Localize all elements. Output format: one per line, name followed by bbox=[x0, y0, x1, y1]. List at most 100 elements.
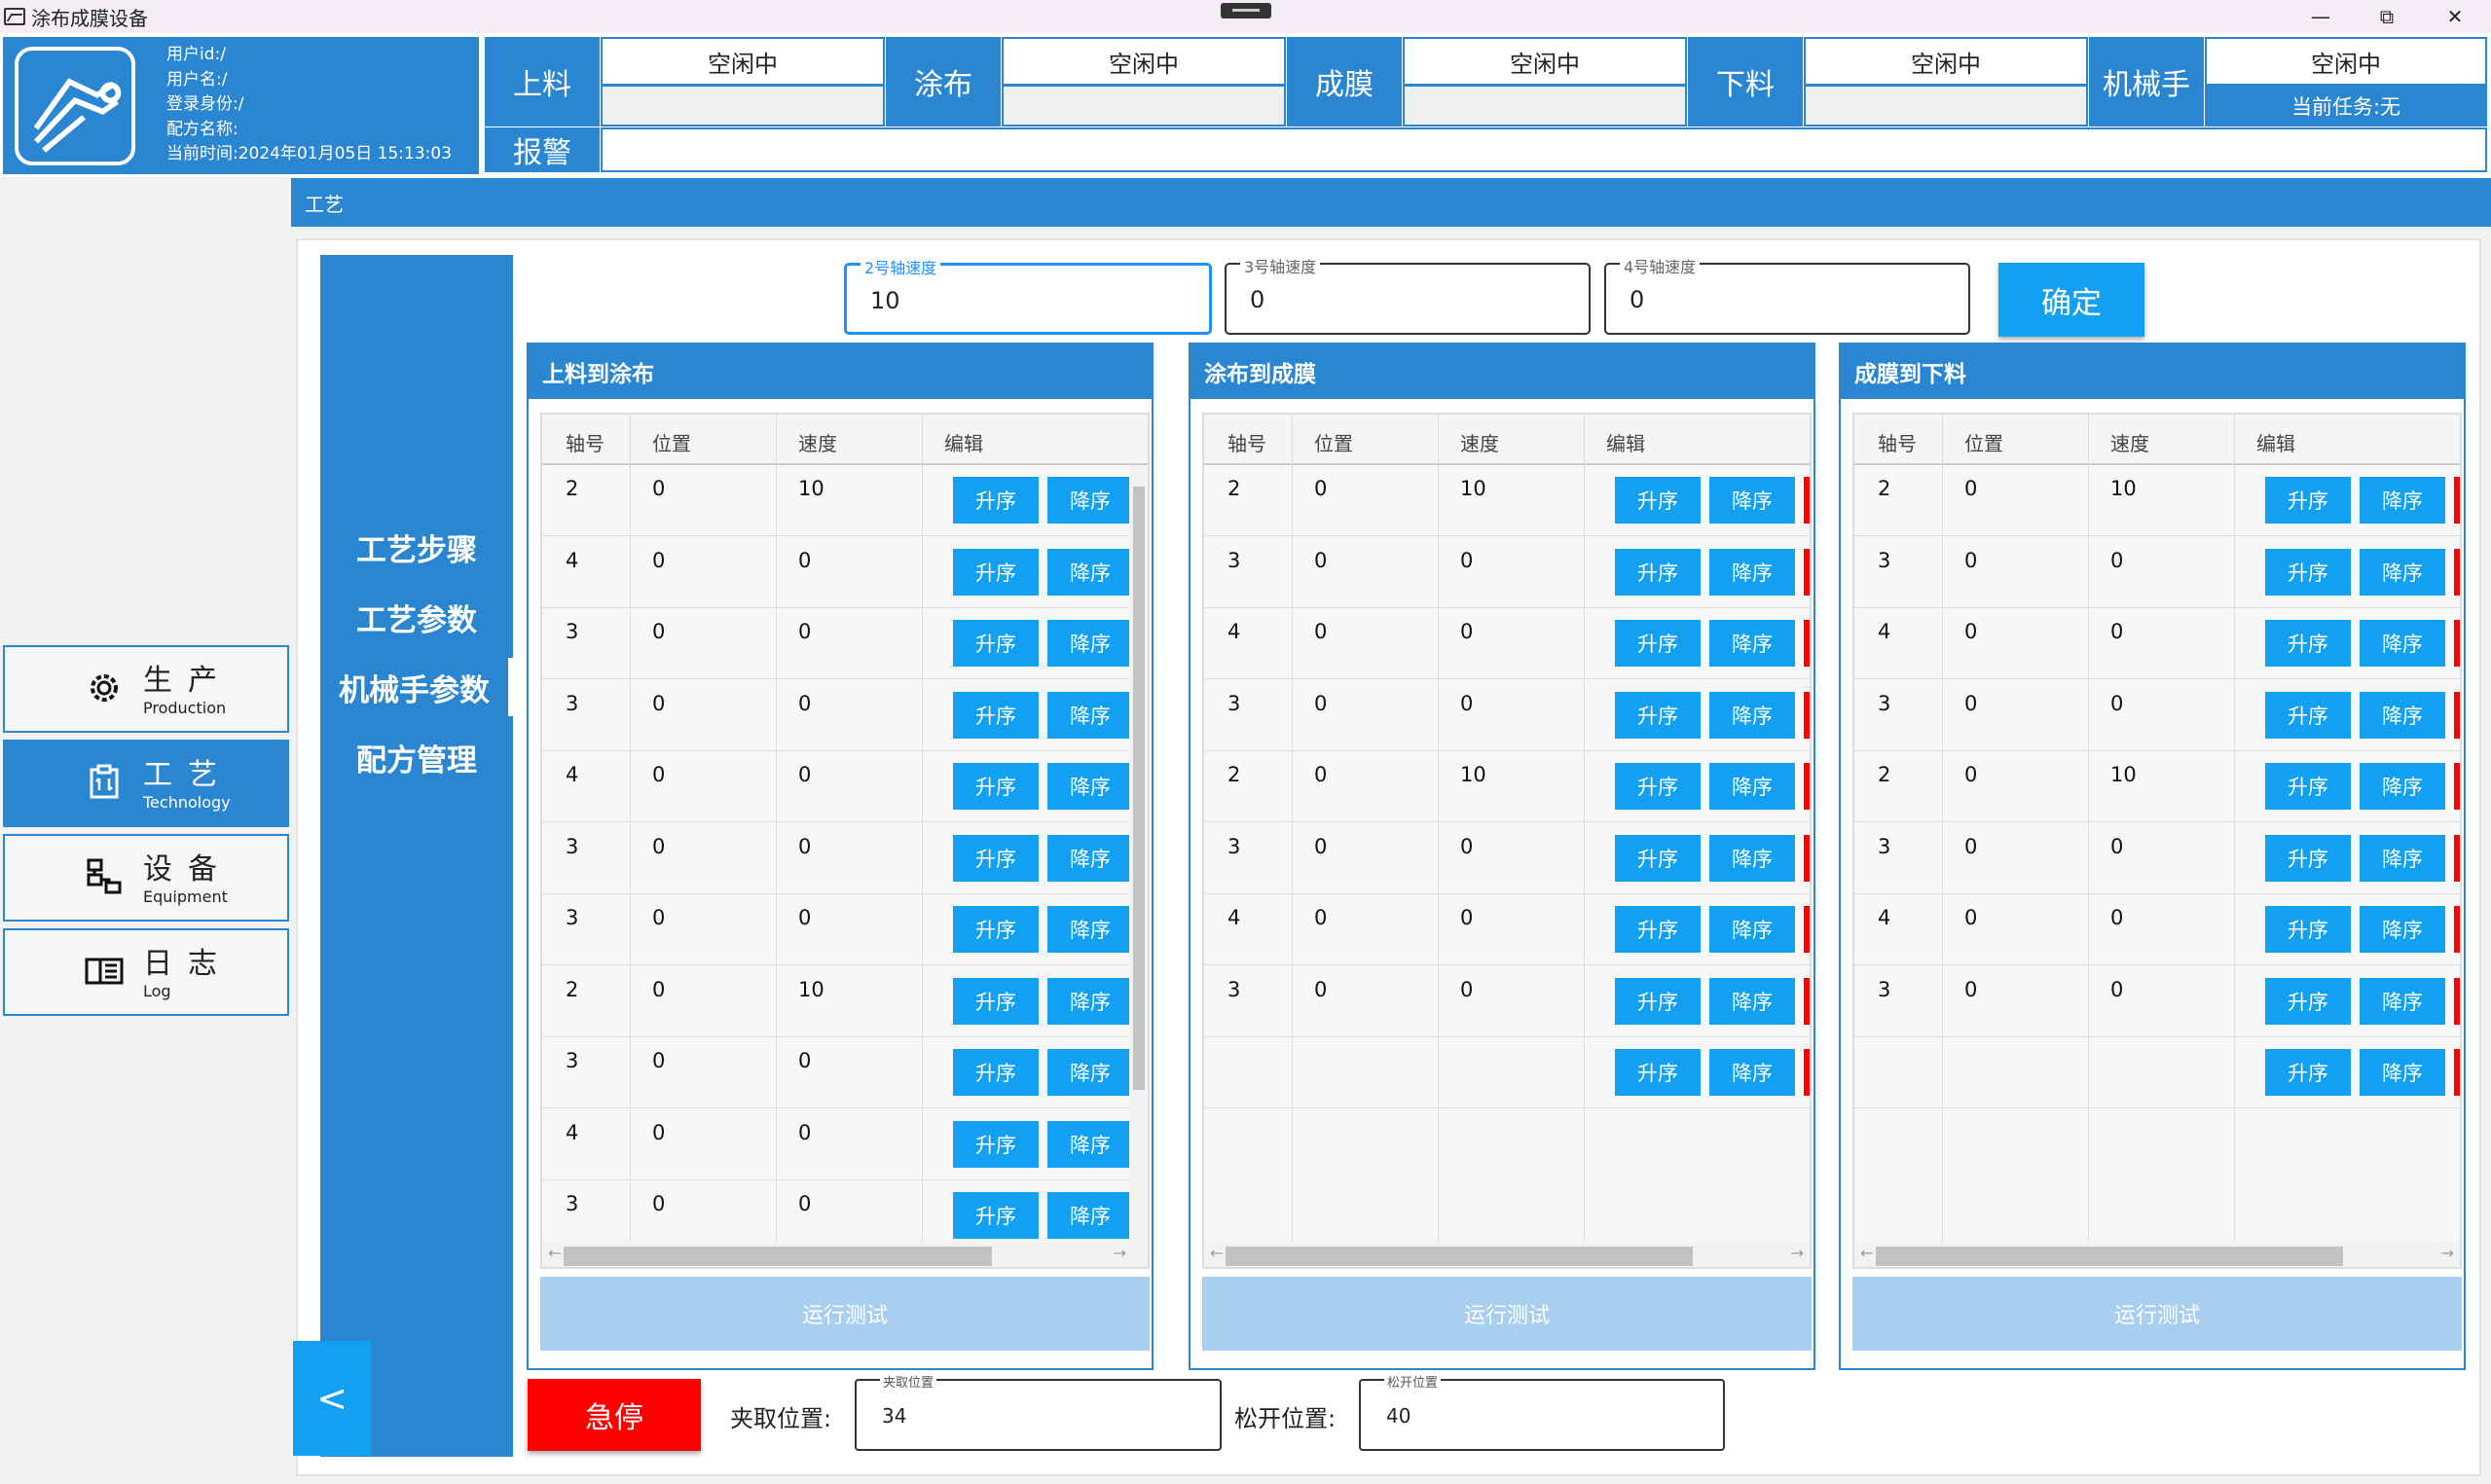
delete-button[interactable] bbox=[2454, 1049, 2460, 1096]
sort-down-button[interactable]: 降序 bbox=[1047, 834, 1133, 882]
sort-up-button[interactable]: 升序 bbox=[953, 548, 1039, 596]
axis4-speed-field[interactable]: 4号轴速度 0 bbox=[1604, 254, 1970, 335]
delete-button[interactable] bbox=[1804, 477, 1810, 524]
delete-button[interactable] bbox=[2454, 906, 2460, 953]
sort-down-button[interactable]: 降序 bbox=[2360, 906, 2445, 953]
delete-button[interactable] bbox=[2454, 834, 2460, 882]
collapse-button[interactable]: < bbox=[293, 1341, 371, 1456]
sort-down-button[interactable]: 降序 bbox=[1709, 834, 1795, 882]
sort-down-button[interactable]: 降序 bbox=[1709, 691, 1795, 739]
delete-button[interactable] bbox=[2454, 548, 2460, 596]
sort-down-button[interactable]: 降序 bbox=[1047, 763, 1133, 810]
horizontal-scrollbar[interactable]: ← → bbox=[1854, 1242, 2460, 1267]
confirm-button[interactable]: 确定 bbox=[1998, 263, 2144, 337]
scroll-left-icon[interactable]: ← bbox=[548, 1244, 561, 1262]
sort-down-button[interactable]: 降序 bbox=[1709, 1049, 1795, 1096]
vertical-scrollbar[interactable] bbox=[1129, 465, 1148, 1244]
sort-down-button[interactable]: 降序 bbox=[2360, 691, 2445, 739]
sort-up-button[interactable]: 升序 bbox=[1615, 477, 1701, 524]
nav-technology[interactable]: 工艺 Technology bbox=[3, 740, 289, 827]
run-test-button[interactable]: 运行测试 bbox=[1202, 1277, 1812, 1351]
nav-production[interactable]: 生产 Production bbox=[3, 645, 289, 733]
delete-button[interactable] bbox=[1804, 977, 1810, 1025]
scroll-right-icon[interactable]: → bbox=[1791, 1244, 1804, 1262]
sort-up-button[interactable]: 升序 bbox=[2265, 548, 2351, 596]
delete-button[interactable] bbox=[1804, 834, 1810, 882]
sort-down-button[interactable]: 降序 bbox=[1709, 548, 1795, 596]
delete-button[interactable] bbox=[1804, 1049, 1810, 1096]
sort-up-button[interactable]: 升序 bbox=[953, 620, 1039, 667]
sort-up-button[interactable]: 升序 bbox=[953, 834, 1039, 882]
sort-down-button[interactable]: 降序 bbox=[1047, 977, 1133, 1025]
sort-up-button[interactable]: 升序 bbox=[1615, 548, 1701, 596]
sort-up-button[interactable]: 升序 bbox=[953, 763, 1039, 810]
sort-down-button[interactable]: 降序 bbox=[2360, 477, 2445, 524]
sort-up-button[interactable]: 升序 bbox=[953, 1049, 1039, 1096]
sort-up-button[interactable]: 升序 bbox=[953, 906, 1039, 953]
horizontal-scrollbar[interactable]: ← → bbox=[1204, 1242, 1810, 1267]
restore-icon[interactable]: ⧉ bbox=[2356, 0, 2418, 33]
sort-down-button[interactable]: 降序 bbox=[1709, 620, 1795, 667]
nav-equipment[interactable]: 设备 Equipment bbox=[3, 834, 289, 922]
sort-up-button[interactable]: 升序 bbox=[2265, 834, 2351, 882]
sort-down-button[interactable]: 降序 bbox=[2360, 620, 2445, 667]
emergency-stop-button[interactable]: 急停 bbox=[528, 1379, 701, 1451]
delete-button[interactable] bbox=[2454, 977, 2460, 1025]
sort-up-button[interactable]: 升序 bbox=[953, 477, 1039, 524]
sort-up-button[interactable]: 升序 bbox=[1615, 906, 1701, 953]
sort-down-button[interactable]: 降序 bbox=[1709, 477, 1795, 524]
axis2-speed-field[interactable]: 2号轴速度 10 bbox=[844, 255, 1212, 335]
tab-robot-params[interactable]: 机械手参数 bbox=[320, 658, 513, 716]
sort-up-button[interactable]: 升序 bbox=[953, 1192, 1039, 1239]
scroll-right-icon[interactable]: → bbox=[2441, 1244, 2454, 1262]
delete-button[interactable] bbox=[2454, 477, 2460, 524]
sort-down-button[interactable]: 降序 bbox=[1047, 548, 1133, 596]
scroll-left-icon[interactable]: ← bbox=[1210, 1244, 1223, 1262]
nav-log[interactable]: 日志 Log bbox=[3, 928, 289, 1016]
run-test-button[interactable]: 运行测试 bbox=[540, 1277, 1150, 1351]
sort-down-button[interactable]: 降序 bbox=[1709, 763, 1795, 810]
sort-down-button[interactable]: 降序 bbox=[1047, 477, 1133, 524]
sort-up-button[interactable]: 升序 bbox=[1615, 834, 1701, 882]
sort-up-button[interactable]: 升序 bbox=[1615, 1049, 1701, 1096]
sort-down-button[interactable]: 降序 bbox=[1047, 1049, 1133, 1096]
sort-down-button[interactable]: 降序 bbox=[1047, 1120, 1133, 1168]
delete-button[interactable] bbox=[1804, 763, 1810, 810]
sort-down-button[interactable]: 降序 bbox=[2360, 1049, 2445, 1096]
sort-up-button[interactable]: 升序 bbox=[953, 977, 1039, 1025]
horizontal-scrollbar[interactable]: ← → bbox=[542, 1242, 1148, 1267]
sort-up-button[interactable]: 升序 bbox=[953, 691, 1039, 739]
scrollbar-thumb[interactable] bbox=[1226, 1247, 1693, 1266]
scrollbar-thumb[interactable] bbox=[1133, 487, 1145, 1090]
sort-down-button[interactable]: 降序 bbox=[1047, 906, 1133, 953]
sort-down-button[interactable]: 降序 bbox=[2360, 763, 2445, 810]
delete-button[interactable] bbox=[2454, 691, 2460, 739]
delete-button[interactable] bbox=[1804, 620, 1810, 667]
sort-up-button[interactable]: 升序 bbox=[1615, 977, 1701, 1025]
sort-up-button[interactable]: 升序 bbox=[953, 1120, 1039, 1168]
sort-down-button[interactable]: 降序 bbox=[1709, 977, 1795, 1025]
grip-position-field[interactable]: 夹取位置 34 bbox=[855, 1372, 1222, 1451]
close-icon[interactable]: ✕ bbox=[2424, 0, 2486, 33]
tab-recipe-management[interactable]: 配方管理 bbox=[320, 728, 513, 786]
delete-button[interactable] bbox=[1804, 548, 1810, 596]
sort-down-button[interactable]: 降序 bbox=[1047, 691, 1133, 739]
sort-down-button[interactable]: 降序 bbox=[1047, 1192, 1133, 1239]
scroll-left-icon[interactable]: ← bbox=[1860, 1244, 1873, 1262]
delete-button[interactable] bbox=[2454, 620, 2460, 667]
sort-up-button[interactable]: 升序 bbox=[2265, 763, 2351, 810]
sort-up-button[interactable]: 升序 bbox=[2265, 1049, 2351, 1096]
sort-down-button[interactable]: 降序 bbox=[1709, 906, 1795, 953]
sort-down-button[interactable]: 降序 bbox=[2360, 834, 2445, 882]
tab-process-params[interactable]: 工艺参数 bbox=[320, 588, 513, 646]
sort-up-button[interactable]: 升序 bbox=[1615, 763, 1701, 810]
sort-down-button[interactable]: 降序 bbox=[2360, 977, 2445, 1025]
release-position-field[interactable]: 松开位置 40 bbox=[1359, 1372, 1725, 1451]
sort-up-button[interactable]: 升序 bbox=[1615, 620, 1701, 667]
sort-up-button[interactable]: 升序 bbox=[2265, 477, 2351, 524]
tab-process-steps[interactable]: 工艺步骤 bbox=[320, 518, 513, 576]
scrollbar-thumb[interactable] bbox=[1876, 1247, 2343, 1266]
sort-down-button[interactable]: 降序 bbox=[1047, 620, 1133, 667]
sort-up-button[interactable]: 升序 bbox=[2265, 906, 2351, 953]
delete-button[interactable] bbox=[1804, 906, 1810, 953]
